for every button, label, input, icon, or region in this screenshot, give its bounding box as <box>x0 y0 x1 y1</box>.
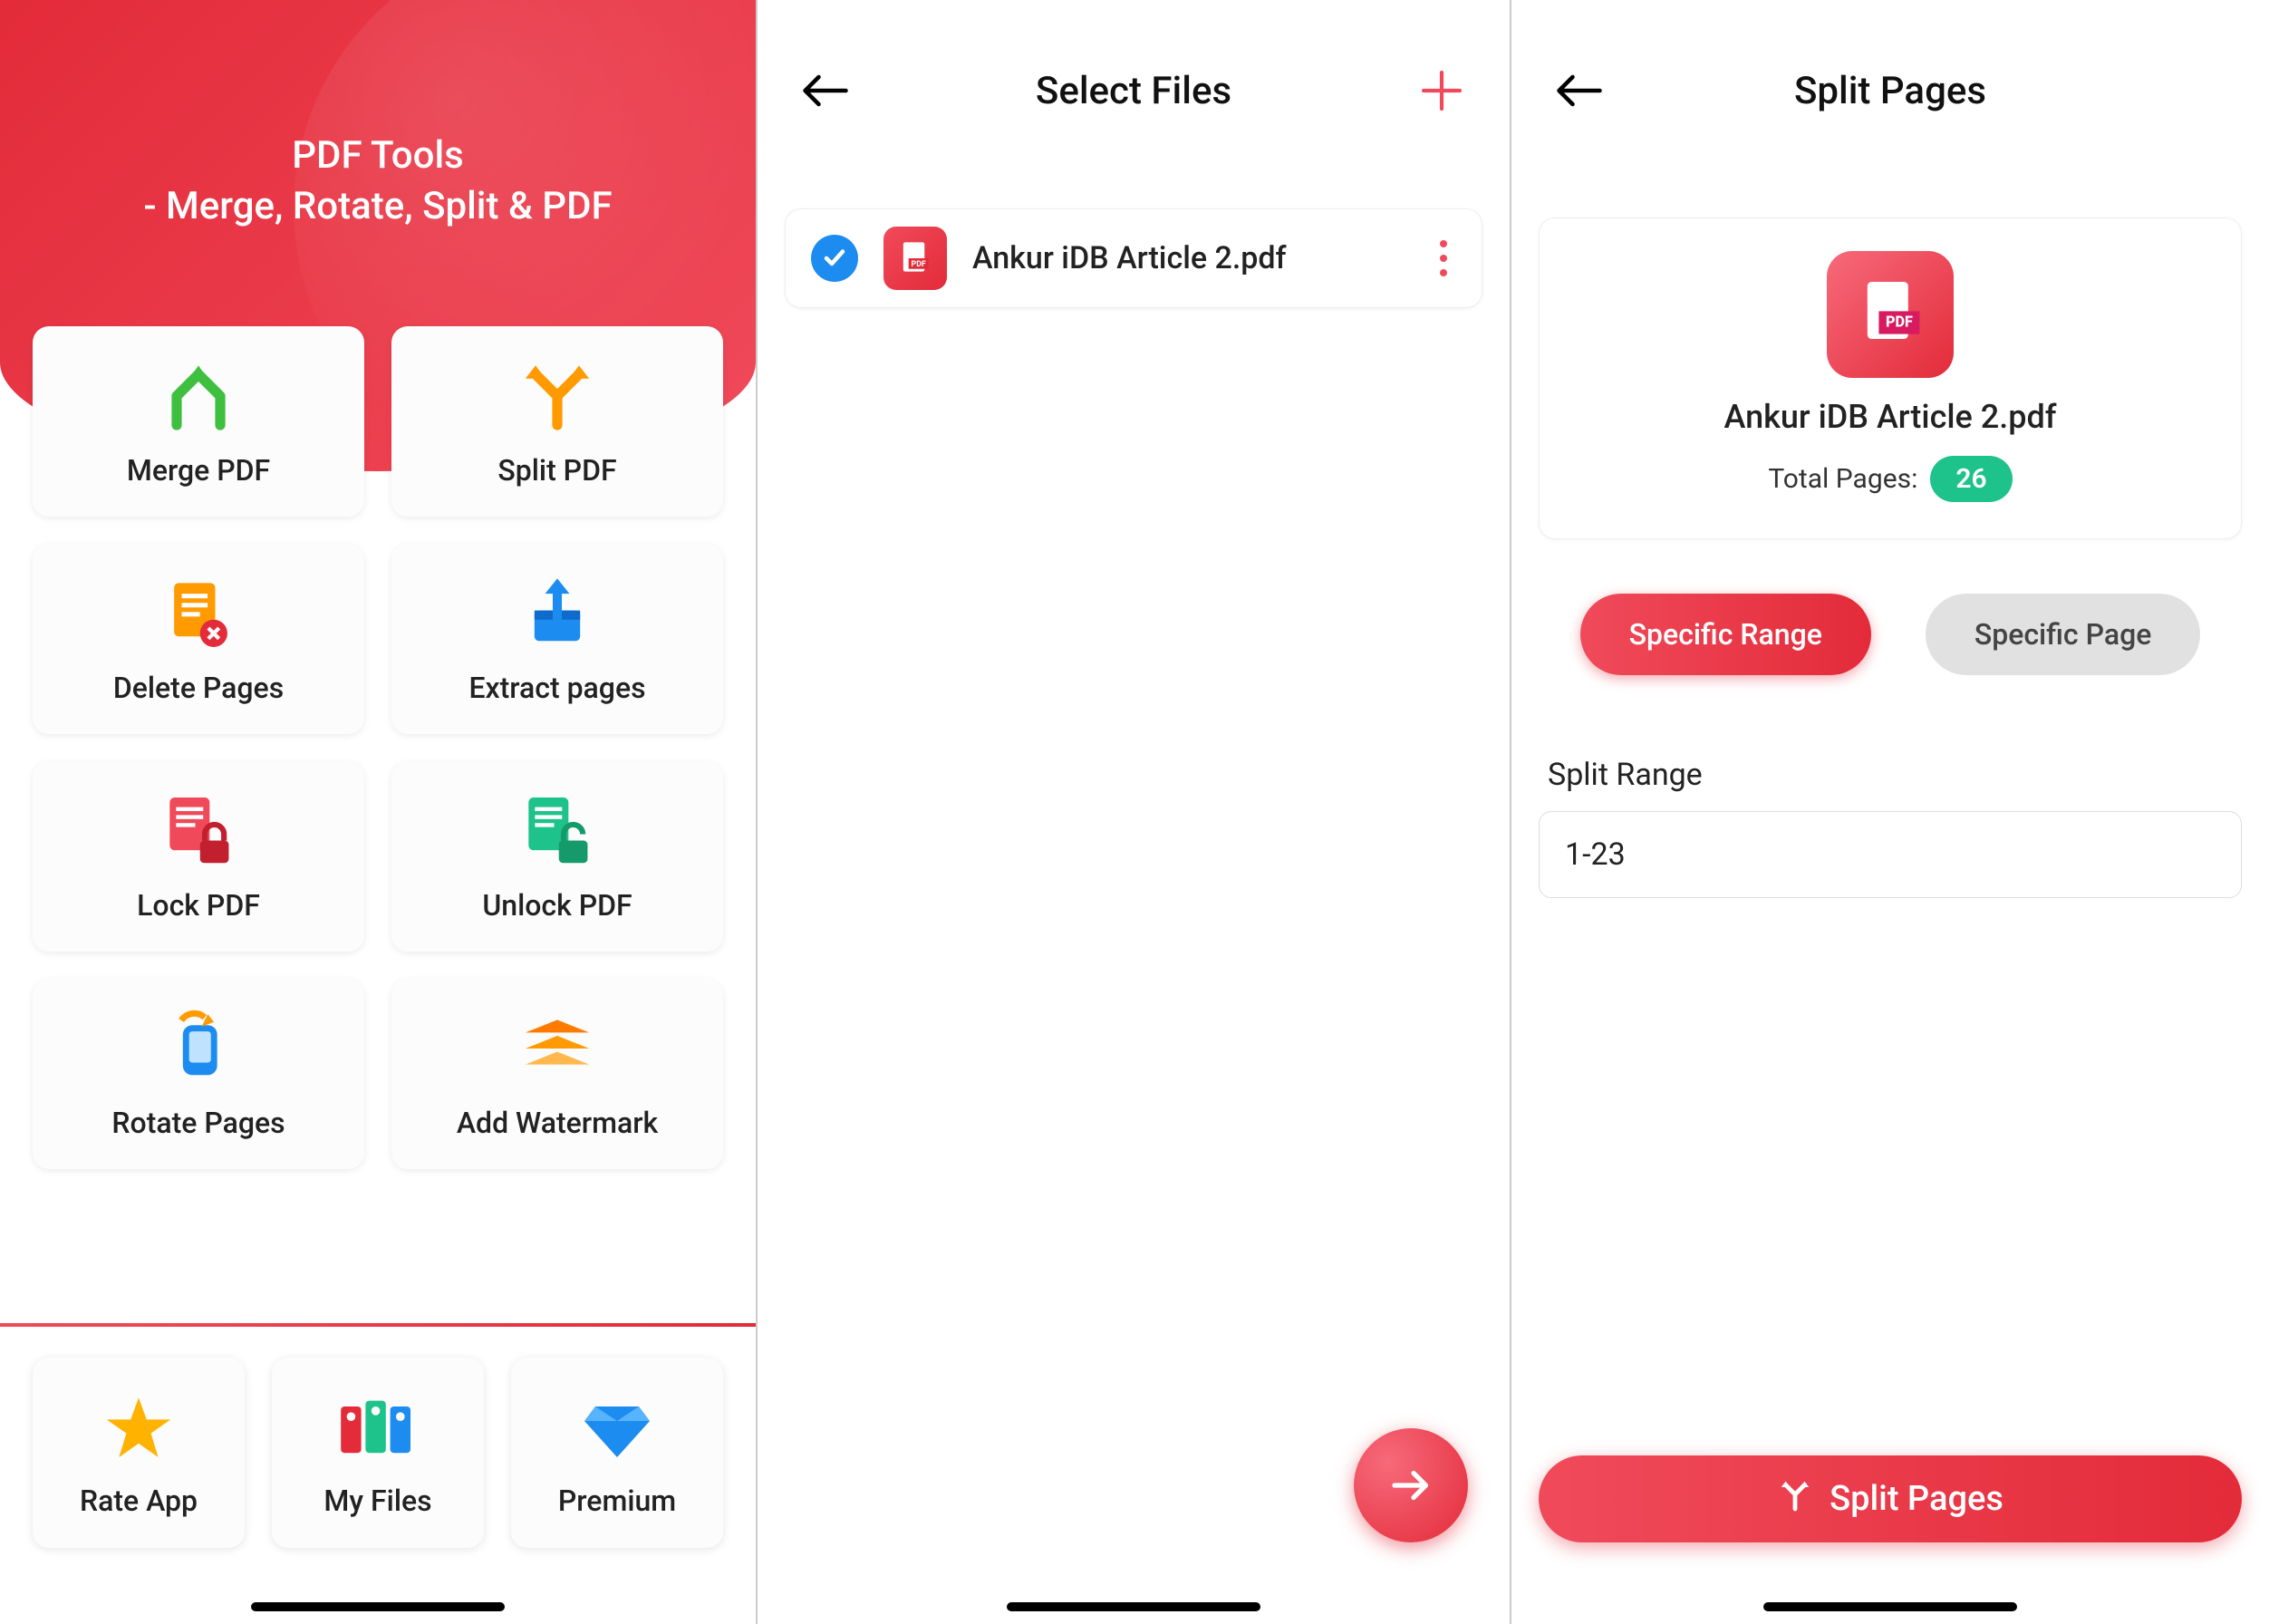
tool-label: Split PDF <box>497 453 616 488</box>
tool-lock-pdf[interactable]: Lock PDF <box>33 761 364 952</box>
divider <box>0 1323 756 1327</box>
tool-unlock-pdf[interactable]: Unlock PDF <box>391 761 723 952</box>
delete-pages-icon <box>158 573 239 654</box>
segment-label: Specific Range <box>1629 617 1822 652</box>
back-button[interactable] <box>1548 59 1611 122</box>
split-icon <box>517 355 598 437</box>
tool-rotate-pages[interactable]: Rotate Pages <box>33 979 364 1169</box>
tool-label: Unlock PDF <box>482 888 632 923</box>
tool-label: Delete Pages <box>113 671 284 705</box>
bottom-label: My Files <box>323 1484 431 1518</box>
segment-specific-page[interactable]: Specific Page <box>1926 594 2201 675</box>
select-files-title: Select Files <box>1036 69 1231 113</box>
tools-grid-container: Merge PDF Split PDF Delete Pages <box>0 326 756 1169</box>
rotate-icon <box>158 1008 239 1089</box>
pdf-badge-icon: PDF <box>883 227 947 290</box>
tool-label: Merge PDF <box>127 453 270 488</box>
bottom-label: Premium <box>558 1484 676 1518</box>
continue-fab-button[interactable] <box>1354 1428 1468 1542</box>
split-button-icon <box>1777 1476 1813 1522</box>
my-files-button[interactable]: My Files <box>272 1358 484 1548</box>
premium-button[interactable]: Premium <box>511 1358 723 1548</box>
rate-app-button[interactable]: Rate App <box>33 1358 245 1548</box>
segmented-control: Specific Range Specific Page <box>1548 594 2233 675</box>
tool-delete-pages[interactable]: Delete Pages <box>33 544 364 734</box>
merge-icon <box>158 355 239 437</box>
file-name-text: Ankur iDB Article 2.pdf <box>972 240 1405 276</box>
more-options-button[interactable] <box>1431 231 1456 285</box>
segment-label: Specific Page <box>1975 617 2152 652</box>
files-icon <box>337 1387 419 1469</box>
app-subtitle: - Merge, Rotate, Split & PDF <box>0 184 756 228</box>
file-name-text: Ankur iDB Article 2.pdf <box>1724 398 2057 436</box>
segment-specific-range[interactable]: Specific Range <box>1580 594 1871 675</box>
screen-split-pages: Split Pages PDF Ankur iDB Article 2.pdf … <box>1511 0 2269 1624</box>
unlock-icon <box>517 790 598 872</box>
app-title: PDF Tools <box>0 0 756 184</box>
svg-text:PDF: PDF <box>1886 314 1913 331</box>
home-indicator <box>1763 1602 2017 1611</box>
tool-label: Extract pages <box>468 671 645 705</box>
pdf-badge-icon: PDF <box>1827 251 1954 378</box>
add-file-button[interactable] <box>1410 59 1473 122</box>
tool-label: Lock PDF <box>137 888 260 923</box>
tool-label: Add Watermark <box>457 1106 658 1140</box>
total-pages-label: Total Pages: <box>1768 463 1917 495</box>
screen-tools-home: PDF Tools - Merge, Rotate, Split & PDF M… <box>0 0 756 1624</box>
diamond-icon <box>576 1387 658 1469</box>
split-title: Split Pages <box>1794 69 1986 113</box>
tool-add-watermark[interactable]: Add Watermark <box>391 979 723 1169</box>
home-indicator <box>251 1602 505 1611</box>
split-range-input[interactable] <box>1539 811 2242 898</box>
split-pages-button[interactable]: Split Pages <box>1539 1455 2242 1542</box>
tool-extract-pages[interactable]: Extract pages <box>391 544 723 734</box>
lock-icon <box>158 790 239 872</box>
total-pages-row: Total Pages: 26 <box>1768 456 2012 502</box>
split-header: Split Pages <box>1511 0 2269 181</box>
extract-icon <box>517 573 598 654</box>
star-icon <box>98 1387 179 1469</box>
bottom-row: Rate App My Files Premium <box>33 1358 723 1548</box>
split-range-label: Split Range <box>1548 757 2233 793</box>
tool-label: Rotate Pages <box>111 1106 285 1140</box>
svg-text:PDF: PDF <box>912 260 926 269</box>
back-button[interactable] <box>794 59 857 122</box>
screen-select-files: Select Files PDF Ankur iDB Article 2.pdf <box>756 0 1511 1624</box>
file-row[interactable]: PDF Ankur iDB Article 2.pdf <box>785 208 1482 308</box>
file-selected-check-icon <box>811 235 858 282</box>
watermark-icon <box>517 1008 598 1089</box>
split-button-label: Split Pages <box>1830 1479 2003 1519</box>
tool-merge-pdf[interactable]: Merge PDF <box>33 326 364 517</box>
tool-split-pdf[interactable]: Split PDF <box>391 326 723 517</box>
home-indicator <box>1007 1602 1260 1611</box>
file-info-card: PDF Ankur iDB Article 2.pdf Total Pages:… <box>1539 218 2242 539</box>
total-pages-value: 26 <box>1930 456 2012 502</box>
bottom-label: Rate App <box>80 1484 198 1518</box>
select-files-header: Select Files <box>758 0 1510 181</box>
